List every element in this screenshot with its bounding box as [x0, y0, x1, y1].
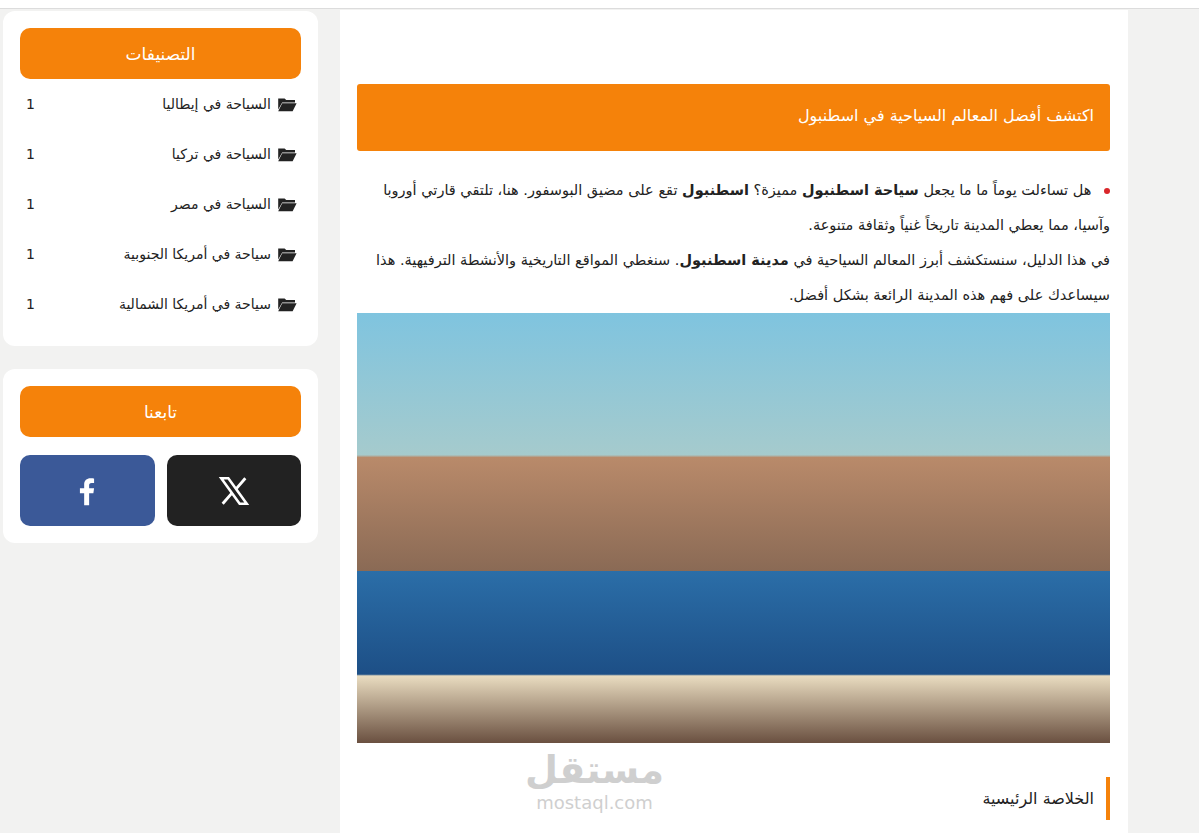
category-count: 1 [26, 246, 35, 262]
follow-widget: تابعنا [3, 369, 318, 543]
folder-icon [277, 296, 297, 312]
widget-header: التصنيفات [20, 28, 301, 79]
watermark: مستقل mostaql.com [525, 748, 664, 813]
category-item[interactable]: السياحة في إيطاليا 1 [20, 79, 301, 129]
category-count: 1 [26, 296, 35, 312]
folder-icon [277, 146, 297, 162]
category-item[interactable]: السياحة في مصر 1 [20, 179, 301, 229]
istanbul-photo [357, 313, 1110, 743]
article-title: اكتشف أفضل المعالم السياحية في اسطنبول [357, 84, 1110, 151]
facebook-logo-icon [70, 474, 104, 508]
categories-widget: التصنيفات السياحة في إيطاليا 1 السياحة ف… [3, 11, 318, 346]
top-bar [0, 0, 1199, 9]
page: اكتشف أفضل المعالم السياحية في اسطنبول ه… [0, 9, 1199, 833]
article-paragraph: هل تساءلت يوماً ما ما يجعل سياحة اسطنبول… [357, 173, 1110, 243]
widget-header: تابعنا [20, 386, 301, 437]
x-button[interactable] [167, 455, 302, 526]
facebook-button[interactable] [20, 455, 155, 526]
section-heading: الخلاصة الرئيسية [357, 777, 1110, 820]
folder-icon [277, 196, 297, 212]
bullet-icon [1104, 188, 1110, 194]
folder-icon [277, 246, 297, 262]
article-paragraph: في هذا الدليل، سنستكشف أبرز المعالم السي… [357, 243, 1110, 313]
article: اكتشف أفضل المعالم السياحية في اسطنبول ه… [340, 10, 1128, 833]
category-item[interactable]: سياحة في أمريكا الجنوبية 1 [20, 229, 301, 279]
category-item[interactable]: سياحة في أمريكا الشمالية 1 [20, 279, 301, 329]
x-logo-icon [217, 474, 251, 508]
category-count: 1 [26, 96, 35, 112]
category-item[interactable]: السياحة في تركيا 1 [20, 129, 301, 179]
category-count: 1 [26, 146, 35, 162]
category-count: 1 [26, 196, 35, 212]
folder-icon [277, 96, 297, 112]
sidebar: التصنيفات السياحة في إيطاليا 1 السياحة ف… [3, 11, 318, 543]
